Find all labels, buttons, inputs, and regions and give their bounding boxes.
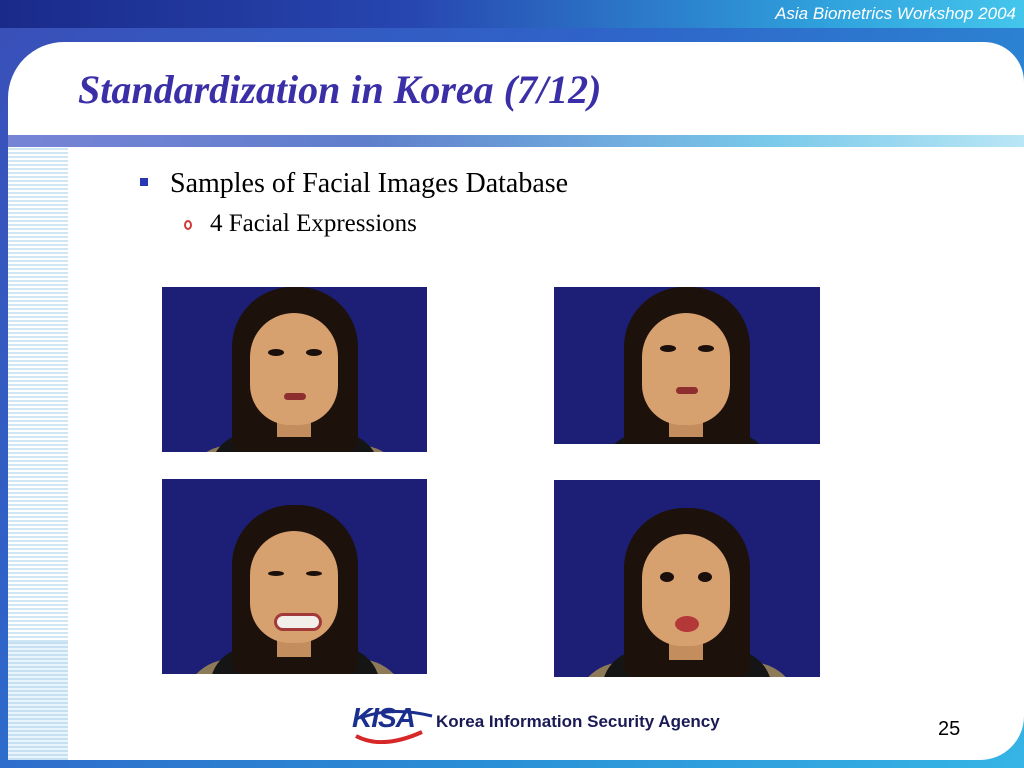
photo-eye-right <box>306 349 322 356</box>
face-photo-neutral <box>162 287 427 452</box>
bullet-text: Samples of Facial Images Database <box>170 168 569 199</box>
face-photo-smile <box>162 479 427 674</box>
top-banner: Asia Biometrics Workshop 2004 <box>0 0 1024 28</box>
bullet-item-level1: Samples of Facial Images Database <box>138 168 568 200</box>
slide-title: Standardization in Korea (7/12) <box>78 67 602 112</box>
photo-eye-right <box>698 572 712 582</box>
photo-eye-left <box>660 572 674 582</box>
slide-panel: Standardization in Korea (7/12) Samples … <box>8 42 1024 760</box>
kisa-logo-text: KISA <box>352 702 416 733</box>
bullet-text: 4 Facial Expressions <box>210 210 417 237</box>
bullet-list: Samples of Facial Images Database 4 Faci… <box>138 168 568 238</box>
bullet-item-level2: 4 Facial Expressions <box>184 210 568 238</box>
photo-eye-left <box>660 345 676 352</box>
photo-eye-left <box>268 349 284 356</box>
agency-name: Korea Information Security Agency <box>436 712 720 731</box>
photo-mouth <box>284 393 306 400</box>
page-number: 25 <box>938 718 961 740</box>
workshop-label: Asia Biometrics Workshop 2004 <box>775 4 1016 23</box>
square-bullet-icon <box>140 178 148 186</box>
photo-face <box>642 313 730 425</box>
photo-mouth-smile <box>274 613 322 631</box>
photo-mouth-surprise <box>675 616 699 632</box>
photo-mouth <box>676 387 698 394</box>
photo-face <box>250 313 338 425</box>
photo-eye-right <box>698 345 714 352</box>
photo-eye-left <box>268 571 284 576</box>
face-photo-surprise <box>554 480 820 677</box>
face-photo-neutral-2 <box>554 287 820 444</box>
circle-bullet-icon <box>184 220 192 230</box>
photo-eye-right <box>306 571 322 576</box>
decorative-stripes-lower <box>8 642 68 760</box>
title-divider <box>8 135 1024 147</box>
